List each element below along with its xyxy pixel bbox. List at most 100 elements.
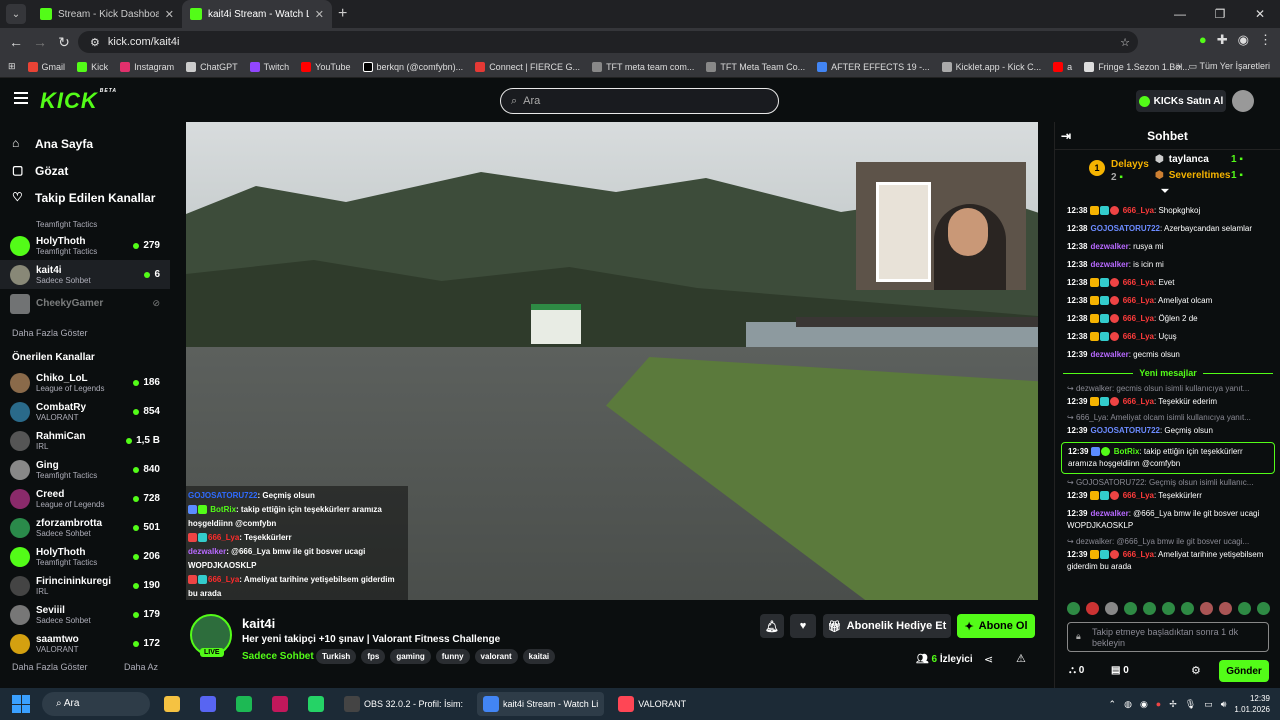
bookmark-after-effects[interactable]: AFTER EFFECTS 19 -... <box>817 61 930 72</box>
recommended-channel[interactable]: saamtwo VALORANT 172 <box>0 629 170 658</box>
microphone-icon[interactable]: 🎙︎ <box>1185 699 1196 710</box>
reload-button[interactable]: ↻ <box>52 34 76 51</box>
back-button[interactable]: ← <box>4 34 28 50</box>
reply-context[interactable]: ↪ dezwalker: gecmis olsun isimli kullanı… <box>1055 382 1280 393</box>
reply-context[interactable]: ↪ GOJOSATORU722: Geçmiş olsun isimli kul… <box>1055 476 1280 487</box>
sidebar-item-home[interactable]: ⌂ Ana Sayfa <box>0 130 170 157</box>
profile-icon[interactable]: ◉ <box>1238 32 1249 48</box>
show-less-link[interactable]: Daha Az <box>112 658 158 676</box>
message-user[interactable]: 666_Lya <box>1123 278 1154 287</box>
bookmark-chatgpt[interactable]: ChatGPT <box>186 61 238 72</box>
bookmark-tft-meta[interactable]: TFT meta team com... <box>592 61 694 72</box>
sidebar-item-following[interactable]: ♡ Takip Edilen Kanallar <box>0 184 170 211</box>
chat-message[interactable]: 12:38 dezwalker: rusya mi <box>1055 238 1280 256</box>
message-user[interactable]: dezwalker <box>1090 242 1128 251</box>
report-warning-icon[interactable]: ⚠ <box>1016 652 1026 665</box>
taskbar-search[interactable]: ⌕ Ara <box>42 692 150 716</box>
bookmark-fierce[interactable]: Connect | FIERCE G... <box>475 61 580 72</box>
emote-icon[interactable] <box>1162 602 1175 615</box>
tray-chevron-icon[interactable]: ⌃ <box>1109 699 1117 710</box>
apps-grid-icon[interactable]: ⊞ <box>8 61 16 72</box>
recommended-channel[interactable]: CombatRy VALORANT 854 <box>0 397 170 426</box>
chat-message[interactable]: 12:39 dezwalker: @666_Lya bmw ile git bos… <box>1055 505 1280 535</box>
bookmark-tft-meta-team[interactable]: TFT Meta Team Co... <box>706 61 805 72</box>
followed-channel[interactable]: HolyThoth Teamfight Tactics 279 <box>0 231 170 260</box>
taskbar-app[interactable] <box>266 692 294 716</box>
tag[interactable]: gaming <box>390 649 431 664</box>
emote-icon[interactable] <box>1238 602 1251 615</box>
message-user[interactable]: dezwalker <box>1090 350 1128 359</box>
message-user[interactable]: dezwalker <box>1090 509 1128 518</box>
show-more-bottom-link[interactable]: Daha Fazla Göster <box>0 658 88 676</box>
message-user[interactable]: 666_Lya <box>1123 206 1154 215</box>
message-user[interactable]: 666_Lya <box>1123 491 1154 500</box>
tray-icon[interactable]: ● <box>1156 699 1161 709</box>
gift-subscription-button[interactable]: 🎁︎ Abonelik Hediye Et <box>823 614 951 638</box>
bookmark-youtube-a[interactable]: a <box>1053 61 1072 72</box>
address-bar[interactable]: ⚙ kick.com/kait4i ☆ <box>78 31 1138 53</box>
browser-tab-dashboard[interactable]: Stream - Kick Dashboard ✕ <box>32 0 182 28</box>
taskbar-app[interactable] <box>230 692 258 716</box>
emote-icon[interactable] <box>1124 602 1137 615</box>
chat-message[interactable]: 12:39 666_Lya: Teşekkürlerr <box>1055 487 1280 505</box>
bookmark-gmail[interactable]: Gmail <box>27 61 65 72</box>
bookmark-youtube[interactable]: YouTube <box>301 61 351 72</box>
streamer-name[interactable]: kait4i <box>242 616 275 631</box>
windows-start-icon[interactable] <box>12 695 30 713</box>
browser-tab-stream[interactable]: kait4i Stream - Watch Live o ✕ <box>182 0 332 28</box>
taskbar-app[interactable] <box>158 692 186 716</box>
bookmark-tiktok[interactable]: berkqn (@comfybn)... <box>362 61 463 72</box>
chat-input[interactable]: 🔒︎ Takip etmeye başladıktan sonra 1 dk b… <box>1067 622 1269 652</box>
emote-icon[interactable] <box>1067 602 1080 615</box>
bookmark-fringe[interactable]: Fringe 1.Sezon 1.Böl... <box>1084 61 1190 72</box>
forward-button[interactable]: → <box>28 34 52 50</box>
subscribe-button[interactable]: ✦ Abone Ol <box>957 614 1035 638</box>
recommended-channel[interactable]: RahmiCan IRL 1,5 B <box>0 426 170 455</box>
all-bookmarks[interactable]: » ▭ Tüm Yer İşaretleri <box>1176 61 1270 72</box>
chat-message[interactable]: 12:38 666_Lya: Shopkghkoj <box>1055 202 1280 220</box>
follow-heart-button[interactable]: ♥ <box>790 614 816 638</box>
followed-channel-offline[interactable]: CheekyGamer ⊘ <box>0 289 170 318</box>
message-user[interactable]: 666_Lya <box>1123 550 1154 559</box>
message-user[interactable]: 666_Lya <box>1123 314 1154 323</box>
share-icon[interactable]: ⋖ <box>984 653 993 666</box>
recommended-channel[interactable]: Firincininkuregi IRL 190 <box>0 571 170 600</box>
recommended-channel[interactable]: Ging Teamfight Tactics 840 <box>0 455 170 484</box>
emote-icon[interactable] <box>1086 602 1099 615</box>
extensions-puzzle-icon[interactable]: ✚ <box>1217 32 1228 48</box>
emote-icon[interactable] <box>1105 602 1118 615</box>
emote-icon[interactable] <box>1257 602 1270 615</box>
recommended-channel[interactable]: zforzambrotta Sadece Sohbet 501 <box>0 513 170 542</box>
hamburger-menu-icon[interactable] <box>14 92 28 104</box>
maximize-button[interactable]: ❐ <box>1200 0 1240 28</box>
reply-context[interactable]: ↪ dezwalker: @666_Lya bmw ile git bosver… <box>1055 535 1280 546</box>
emote-icon[interactable] <box>1181 602 1194 615</box>
message-user[interactable]: dezwalker <box>1090 260 1128 269</box>
chat-message[interactable]: 12:38 666_Lya: Öğlen 2 de <box>1055 310 1280 328</box>
taskbar-app[interactable] <box>194 692 222 716</box>
chat-message[interactable]: 12:39 dezwalker: gecmis olsun <box>1055 346 1280 364</box>
collapse-chat-icon[interactable]: ⇥ <box>1061 129 1071 143</box>
tag[interactable]: fps <box>361 649 386 664</box>
emote-icon[interactable] <box>1143 602 1156 615</box>
chat-settings-icon[interactable]: ⚙ <box>1191 664 1201 677</box>
user-avatar[interactable] <box>1232 90 1254 112</box>
message-user[interactable]: GOJOSATORU722 <box>1090 426 1160 435</box>
close-tab-icon[interactable]: ✕ <box>165 8 174 21</box>
expand-gifters-icon[interactable]: ⏷ <box>1161 186 1169 197</box>
bookmark-kicklet[interactable]: Kicklet.app - Kick C... <box>941 61 1041 72</box>
followed-channel-partial[interactable]: Teamfight Tactics <box>0 217 170 231</box>
menu-kebab-icon[interactable]: ⋮ <box>1259 32 1272 48</box>
tag[interactable]: funny <box>435 649 470 664</box>
recommended-channel[interactable]: Chiko_LoL League of Legends 186 <box>0 368 170 397</box>
send-button[interactable]: Gönder <box>1219 660 1269 682</box>
site-info-icon[interactable]: ⚙ <box>90 36 100 49</box>
emote-icon[interactable] <box>1200 602 1213 615</box>
message-user[interactable]: 666_Lya <box>1123 296 1154 305</box>
taskbar-app[interactable] <box>302 692 330 716</box>
new-tab-button[interactable]: + <box>338 5 347 23</box>
tag[interactable]: kaitai <box>522 649 556 664</box>
reply-context[interactable]: ↪ 666_Lya: Ameliyat olcam isimli kullanı… <box>1055 411 1280 422</box>
chat-message[interactable]: 12:39 BotRix: takip ettiğin için teşekkü… <box>1061 442 1275 474</box>
tray-icon[interactable]: ◉ <box>1140 699 1148 710</box>
